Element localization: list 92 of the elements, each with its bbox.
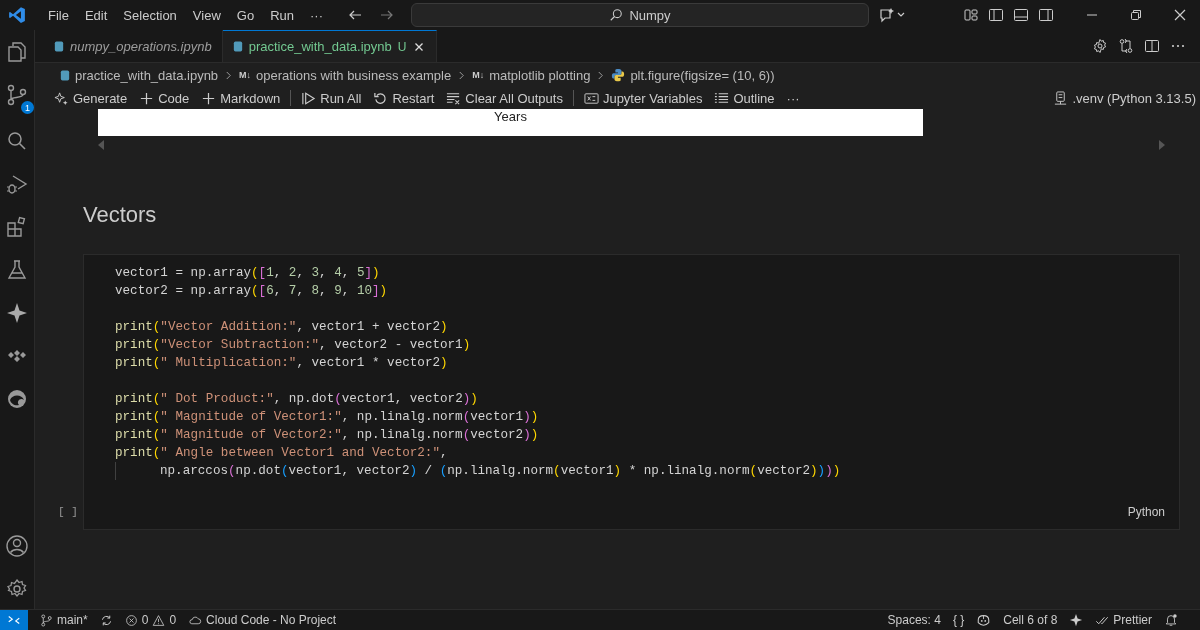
python-icon <box>611 68 626 82</box>
account-icon[interactable] <box>5 534 29 558</box>
split-editor-icon[interactable] <box>1144 38 1160 54</box>
compare-changes-icon[interactable] <box>1118 38 1134 54</box>
menu-item[interactable]: Run <box>262 7 302 23</box>
list-icon <box>714 90 730 106</box>
variables-icon <box>583 90 599 106</box>
more-button[interactable]: ··· <box>782 90 804 106</box>
close-icon[interactable] <box>1172 7 1188 23</box>
plus-icon <box>201 90 217 106</box>
settings-icon[interactable] <box>1092 38 1108 54</box>
editor-tab[interactable]: practice_with_data.ipynb U <box>222 30 438 62</box>
sync-icon[interactable] <box>99 613 113 627</box>
source-control-icon[interactable] <box>5 83 29 107</box>
bell-icon[interactable] <box>1164 613 1178 627</box>
chat-sparkle-icon[interactable] <box>879 7 907 23</box>
breadcrumb-item[interactable]: plt.figure(figsize= (10, 6)) <box>630 67 775 83</box>
editor-tab[interactable]: numpy_operations.ipynb <box>44 30 223 62</box>
flask-icon[interactable] <box>5 258 29 282</box>
notebook-icon <box>60 68 70 82</box>
code-line: vector2 = np.array([6, 7, 8, 9, 10]) <box>115 283 389 300</box>
kernel-picker[interactable]: .venv (Python 3.13.5) <box>1049 90 1200 106</box>
menu-item[interactable]: Go <box>228 7 263 23</box>
markdown-heading: Vectors <box>83 202 158 229</box>
files-icon[interactable] <box>5 40 29 64</box>
toolbar-button[interactable]: Code <box>135 90 194 106</box>
code-line: print(" Angle between Vector1 and Vector2:", <box>115 445 449 462</box>
markdown-icon: M↓ <box>239 70 252 80</box>
restore-icon[interactable] <box>1128 7 1144 23</box>
warning-icon <box>152 613 166 627</box>
search-icon <box>609 8 624 22</box>
menu-item[interactable]: Edit <box>76 7 116 23</box>
menu-item[interactable]: ··· <box>302 7 331 23</box>
toolbar-button[interactable]: Outline <box>710 90 779 106</box>
chevron-icon <box>597 69 605 81</box>
problems-status[interactable]: 0 0 <box>124 613 177 627</box>
run-debug-icon[interactable] <box>5 172 29 196</box>
code-line: print(" Dot Product:", np.dot(vector1, vector2)) <box>115 391 479 408</box>
sparkle-icon <box>54 90 69 106</box>
notification-badge: 1 <box>21 101 34 114</box>
menu-item[interactable]: File <box>40 7 77 23</box>
sidebar-toggle-icon[interactable] <box>988 7 1004 23</box>
error-icon <box>124 613 138 627</box>
breadcrumb-item[interactable]: matplotlib plotting <box>489 67 591 83</box>
code-line: print(" Magnitude of Vector2:", np.linalg.norm(vector2)) <box>115 427 540 444</box>
code-cell[interactable] <box>83 254 1180 530</box>
remote-button[interactable] <box>0 610 28 630</box>
menu-item[interactable]: View <box>184 7 229 23</box>
secondary-sidebar-icon[interactable] <box>1038 7 1054 23</box>
cloud-code-status[interactable]: Cloud Code - No Project <box>188 613 337 627</box>
breadcrumb-item[interactable]: operations with business example <box>256 67 452 83</box>
execution-count: [ ] <box>57 506 79 518</box>
remote-icon <box>7 613 21 627</box>
sparkle-icon[interactable] <box>1069 613 1084 627</box>
branch-icon <box>40 613 53 627</box>
toolbar-button[interactable]: Restart <box>369 90 439 106</box>
toolbar-button[interactable]: Generate <box>50 90 132 106</box>
indentation-status[interactable]: Spaces: 4 <box>887 613 941 627</box>
breadcrumb-item[interactable]: practice_with_data.ipynb <box>75 67 219 83</box>
server-icon <box>1053 90 1069 106</box>
code-line: print(" Multiplication:", vector1 * vector2) <box>115 355 449 372</box>
code-line: print("Vector Subtraction:", vector2 - vector1) <box>115 337 472 354</box>
wave-circle-icon[interactable] <box>5 387 29 411</box>
plus-icon <box>139 90 155 106</box>
language-status[interactable]: { } <box>952 613 965 627</box>
copilot-icon[interactable] <box>976 613 992 627</box>
chevron-icon <box>225 69 233 81</box>
cell-position-status[interactable]: Cell 6 of 8 <box>1003 613 1058 627</box>
toolbar-button[interactable]: Clear All Outputs <box>442 90 567 106</box>
toolbar-button[interactable]: Jupyter Variables <box>579 90 707 106</box>
clear-all-icon <box>446 90 462 106</box>
notebook-icon <box>54 39 64 53</box>
language-label[interactable]: Python <box>1127 505 1165 519</box>
menu-item[interactable]: Selection <box>115 7 185 23</box>
run-all-icon <box>301 90 317 106</box>
chevron-icon <box>458 69 466 81</box>
restart-icon <box>373 90 389 106</box>
markdown-icon: M↓ <box>472 70 485 80</box>
vscode-logo-icon <box>8 6 26 24</box>
search-field[interactable]: Numpy <box>411 3 869 27</box>
notebook-icon <box>232 40 243 53</box>
toolbar-button[interactable]: Markdown <box>197 90 285 106</box>
layout-icon[interactable] <box>963 7 979 23</box>
code-line: print(" Magnitude of Vector1:", np.linalg.norm(vector1)) <box>115 409 540 426</box>
code-line: print("Vector Addition:", vector1 + vector2) <box>115 319 449 336</box>
axis-label: Years <box>494 109 527 124</box>
cloud-icon <box>188 613 203 627</box>
toolbar-button[interactable]: Run All <box>297 90 366 106</box>
panel-toggle-icon[interactable] <box>1013 7 1029 23</box>
branch-status[interactable]: main* <box>40 613 88 627</box>
formatter-status[interactable]: Prettier <box>1095 613 1152 627</box>
code-line: vector1 = np.array([1, 2, 3, 4, 5]) <box>115 265 381 282</box>
